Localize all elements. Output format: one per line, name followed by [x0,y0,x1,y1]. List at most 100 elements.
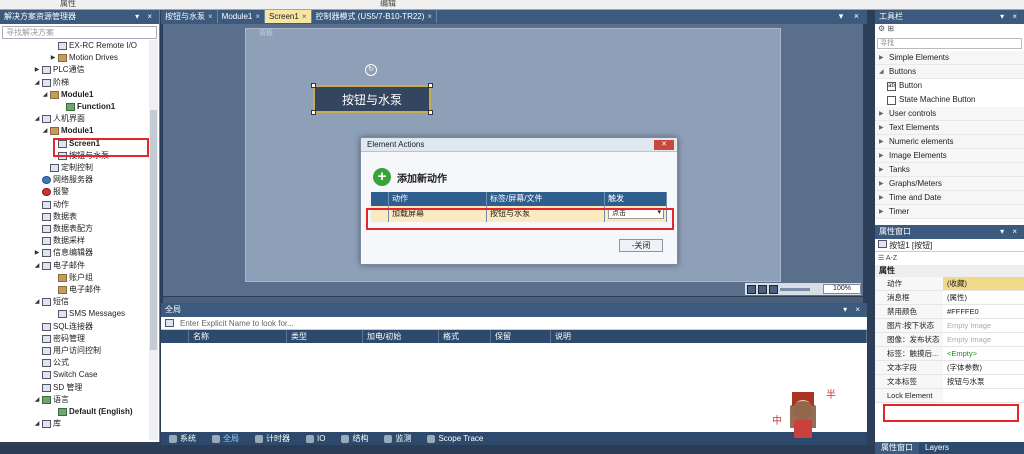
properties-section[interactable]: 属性 [875,265,1024,277]
resize-handle[interactable] [428,83,433,88]
tree-item[interactable]: 账户组 [50,272,93,284]
tree-scrollbar[interactable] [149,40,158,440]
panel-pin-icon[interactable]: ▾ × [843,303,863,317]
close-icon[interactable]: ✕ [654,140,674,150]
add-variable-icon[interactable] [165,319,174,327]
property-value[interactable]: (属性) [943,291,1024,304]
solution-search-input[interactable]: 寻找解决方案 [2,26,157,39]
expand-arrow-icon[interactable]: ▶ [34,247,40,259]
expand-arrow-icon[interactable]: ▶ [34,64,40,76]
property-value[interactable]: 按钮与水泵 [943,375,1024,388]
properties-sort-icons[interactable]: ☰ A-Z [875,252,1024,265]
toolbox-tool[interactable]: State Machine Button [875,93,1024,107]
toolbox-icons[interactable]: ⚙ ⊞ [875,24,1024,36]
zoom-slider[interactable] [780,287,810,291]
document-tab[interactable]: Module1 × [218,10,266,23]
document-tab[interactable]: Screen1 × [265,10,312,23]
toolbox-group[interactable]: ▶ Simple Elements [875,51,1024,65]
toolbox-tool[interactable]: ab Button [875,79,1024,93]
property-value[interactable]: (字体参数) [943,361,1024,374]
property-row[interactable]: 文本标签 按钮与水泵 [875,375,1024,389]
tab-properties[interactable]: 属性窗口 [875,442,919,454]
tree-item[interactable]: Function1 [58,101,115,113]
bottom-tab[interactable]: 监测 [376,432,419,445]
tree-item[interactable]: Switch Case [34,369,97,381]
property-row[interactable]: 消息框 (属性) [875,291,1024,305]
tree-item[interactable]: SMS Messages [50,308,125,320]
toolbox-search-input[interactable]: 寻找 [877,38,1022,49]
variable-search[interactable]: Enter Explicit Name to look for... [161,317,867,330]
property-row[interactable]: 禁用颜色 #FFFFE0 [875,305,1024,319]
resize-handle[interactable] [311,110,316,115]
property-value[interactable]: #FFFFE0 [943,305,1024,318]
tree-item[interactable]: ▶ Motion Drives [50,52,118,64]
tree-item[interactable]: 电子邮件 [50,284,101,296]
col-type[interactable]: 类型 [287,330,363,343]
fit-icon[interactable] [758,284,767,294]
variable-grid-body[interactable] [161,343,867,432]
tree-item[interactable]: ◢ 电子邮件 [34,260,85,272]
bottom-tab[interactable]: 计时器 [247,432,298,445]
expand-arrow-icon[interactable]: ◢ [34,260,40,272]
tree-item[interactable]: 网络服务器 [34,174,93,186]
tree-item[interactable]: ◢ 库 [34,418,61,430]
tab-layers[interactable]: Layers [919,442,955,454]
col-format[interactable]: 格式 [439,330,491,343]
col-name[interactable]: 名称 [189,330,287,343]
property-row[interactable]: 图片:按下状态 Empty Image [875,319,1024,333]
toolbox-group[interactable]: ▶ Graphs/Meters [875,177,1024,191]
bottom-tab[interactable]: Scope Trace [419,432,491,445]
toolbox-group[interactable]: ▶ Timer [875,205,1024,219]
tree-item[interactable]: ◢ 短信 [34,296,69,308]
property-value[interactable]: Empty Image [943,319,1024,332]
tab-close-icon[interactable]: × [208,12,213,21]
zoom-out-icon[interactable] [747,284,756,294]
property-row[interactable]: Lock Element [875,389,1024,403]
property-row[interactable]: 图像：发布状态 Empty Image [875,333,1024,347]
property-value[interactable]: <Empty> [943,347,1024,360]
col-description[interactable]: 说明 [551,330,867,343]
zoom-in-icon[interactable] [769,284,778,294]
tree-item[interactable]: 数据表 [34,211,77,223]
variable-search-input[interactable]: Enter Explicit Name to look for... [180,319,294,328]
tree-item[interactable]: 公式 [34,357,69,369]
property-row[interactable]: 文本字段 (字体参数) [875,361,1024,375]
toolbox-group[interactable]: ▶ Time and Date [875,191,1024,205]
toolbox-group[interactable]: ▶ Text Elements [875,121,1024,135]
expand-arrow-icon[interactable]: ◢ [34,296,40,308]
toolbox-group[interactable]: ▶ Tanks [875,163,1024,177]
hmi-button-element[interactable]: 按钮与水泵 [311,83,433,115]
bottom-tab[interactable]: 结构 [333,432,376,445]
properties-object-select[interactable]: 按钮1 [按钮] [875,239,1024,252]
tree-item[interactable]: SQL连接器 [34,321,93,333]
toolbox-group[interactable]: ▶ User controls [875,107,1024,121]
expand-arrow-icon[interactable]: ▶ [50,52,56,64]
rotate-handle-icon[interactable]: ↻ [365,64,377,76]
scrollbar-thumb[interactable] [150,110,157,350]
zoom-value[interactable]: 100% [823,284,861,294]
expand-arrow-icon[interactable]: ◢ [42,125,48,137]
add-action-button[interactable]: + 添加新动作 [373,168,447,186]
tree-item[interactable]: 数据表配方 [34,223,93,235]
tree-item[interactable]: 定制控制 [42,162,93,174]
close-button[interactable]: -关闭 [619,239,663,252]
resize-handle[interactable] [311,83,316,88]
tree-item[interactable]: 密码管理 [34,333,85,345]
bottom-tab[interactable]: 全局 [204,432,247,445]
expand-arrow-icon[interactable]: ◢ [34,394,40,406]
property-row[interactable]: 动作 (收藏) [875,277,1024,291]
tab-controls-icon[interactable]: ▾ × [839,10,867,24]
toolbox-group[interactable]: ◢ Buttons [875,65,1024,79]
expand-arrow-icon[interactable]: ◢ [34,418,40,430]
toolbox-group[interactable]: ▶ Numeric elements [875,135,1024,149]
col-init[interactable]: 加电/初始 [363,330,439,343]
col-retain[interactable]: 保留 [491,330,551,343]
tab-close-icon[interactable]: × [427,12,432,21]
toolbox-group[interactable]: ▶ Image Elements [875,149,1024,163]
bottom-tab[interactable]: IO [298,432,333,445]
property-value[interactable]: (收藏) [943,277,1024,290]
property-row[interactable]: 标签：触摸后... <Empty> [875,347,1024,361]
expand-arrow-icon[interactable]: ◢ [42,89,48,101]
panel-pin-icon[interactable]: ▾ × [1000,225,1020,239]
tree-item[interactable]: 动作 [34,199,69,211]
